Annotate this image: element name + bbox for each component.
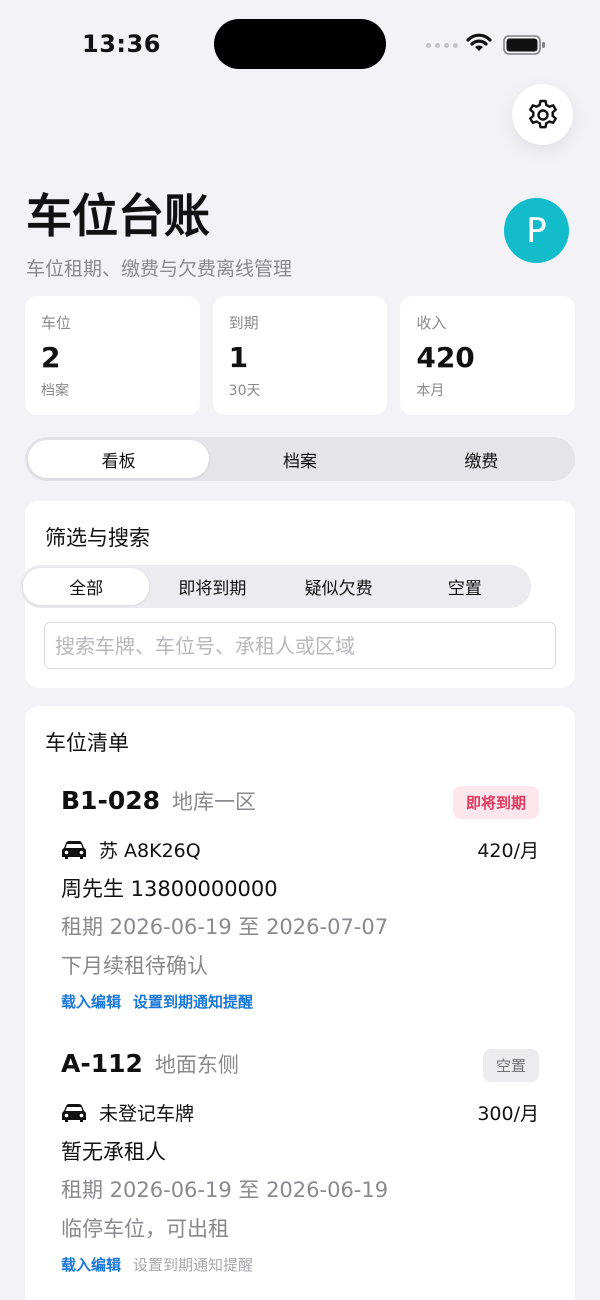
- tab-dashboard[interactable]: 看板: [28, 440, 210, 478]
- status-badge: 空置: [482, 1049, 539, 1082]
- filter-vacant[interactable]: 空置: [402, 568, 528, 605]
- space-list-card: 车位清单 B1-028 地库一区 即将到期 苏 A8K26Q 420/月 周先生…: [25, 706, 575, 1300]
- lease-period: 租期 2026-06-19 至 2026-07-07: [61, 915, 389, 939]
- stat-value: 1: [228, 341, 249, 374]
- page-title: 车位台账: [26, 189, 210, 243]
- battery-icon: [503, 35, 545, 55]
- stat-sub: 档案: [41, 383, 69, 399]
- settings-button[interactable]: [512, 84, 573, 145]
- gear-icon: [528, 99, 557, 128]
- filter-arrears[interactable]: 疑似欠费: [276, 568, 402, 605]
- stat-label: 到期: [228, 314, 259, 332]
- stat-card-spaces: 车位 2 档案: [25, 296, 200, 415]
- filter-options: 全部 即将到期 疑似欠费 空置: [20, 565, 531, 608]
- car-icon: [62, 840, 86, 859]
- tenant-info: 周先生 13800000000: [61, 877, 278, 901]
- avatar[interactable]: P: [504, 198, 569, 263]
- tenant-info: 暂无承租人: [61, 1140, 166, 1164]
- set-reminder-link[interactable]: 设置到期通知提醒: [133, 991, 253, 1012]
- status-badge: 即将到期: [452, 786, 539, 819]
- cellular-signal-icon: [426, 43, 458, 48]
- search-input[interactable]: [44, 622, 556, 669]
- stat-sub: 30天: [228, 383, 261, 399]
- list-item[interactable]: A-112 地面东侧 空置 未登记车牌 300/月 暂无承租人 租期 2026-…: [61, 1049, 539, 1274]
- edit-link[interactable]: 载入编辑: [61, 1254, 121, 1275]
- filter-all[interactable]: 全部: [23, 568, 150, 605]
- space-zone: 地面东侧: [154, 1053, 239, 1077]
- stat-sub: 本月: [416, 383, 445, 399]
- stat-card-income: 收入 420 本月: [400, 296, 576, 415]
- wifi-icon: [466, 33, 492, 51]
- stats-row: 车位 2 档案 到期 1 30天 收入 420 本月: [25, 296, 576, 415]
- rent-price: 420/月: [477, 840, 539, 862]
- space-code: A-112: [61, 1049, 143, 1078]
- item-note: 临停车位，可出租: [61, 1217, 229, 1241]
- stat-label: 车位: [41, 314, 72, 332]
- item-note: 下月续租待确认: [61, 954, 208, 978]
- page-subtitle: 车位租期、缴费与欠费离线管理: [26, 258, 293, 280]
- set-reminder-link: 设置到期通知提醒: [133, 1256, 254, 1274]
- list-item[interactable]: B1-028 地库一区 即将到期 苏 A8K26Q 420/月 周先生 1380…: [61, 786, 539, 1011]
- tab-payments[interactable]: 缴费: [391, 440, 572, 478]
- tab-records[interactable]: 档案: [209, 440, 390, 478]
- stat-value: 420: [416, 341, 475, 374]
- space-zone: 地库一区: [172, 790, 257, 814]
- edit-link[interactable]: 载入编辑: [61, 991, 121, 1012]
- list-title: 车位清单: [45, 731, 129, 755]
- stat-label: 收入: [416, 314, 447, 332]
- plate-number: 未登记车牌: [99, 1103, 195, 1125]
- status-time: 13:36: [82, 30, 161, 58]
- stat-value: 2: [41, 341, 61, 374]
- car-icon: [62, 1103, 86, 1122]
- lease-period: 租期 2026-06-19 至 2026-06-19: [61, 1178, 389, 1202]
- rent-price: 300/月: [477, 1103, 539, 1125]
- dynamic-island: [214, 19, 386, 69]
- main-tabs: 看板 档案 缴费: [25, 437, 575, 481]
- filter-expiring[interactable]: 即将到期: [149, 568, 275, 605]
- stat-card-expiring: 到期 1 30天: [212, 296, 388, 415]
- filter-title: 筛选与搜索: [45, 526, 150, 550]
- space-code: B1-028: [61, 786, 161, 815]
- plate-number: 苏 A8K26Q: [99, 840, 201, 862]
